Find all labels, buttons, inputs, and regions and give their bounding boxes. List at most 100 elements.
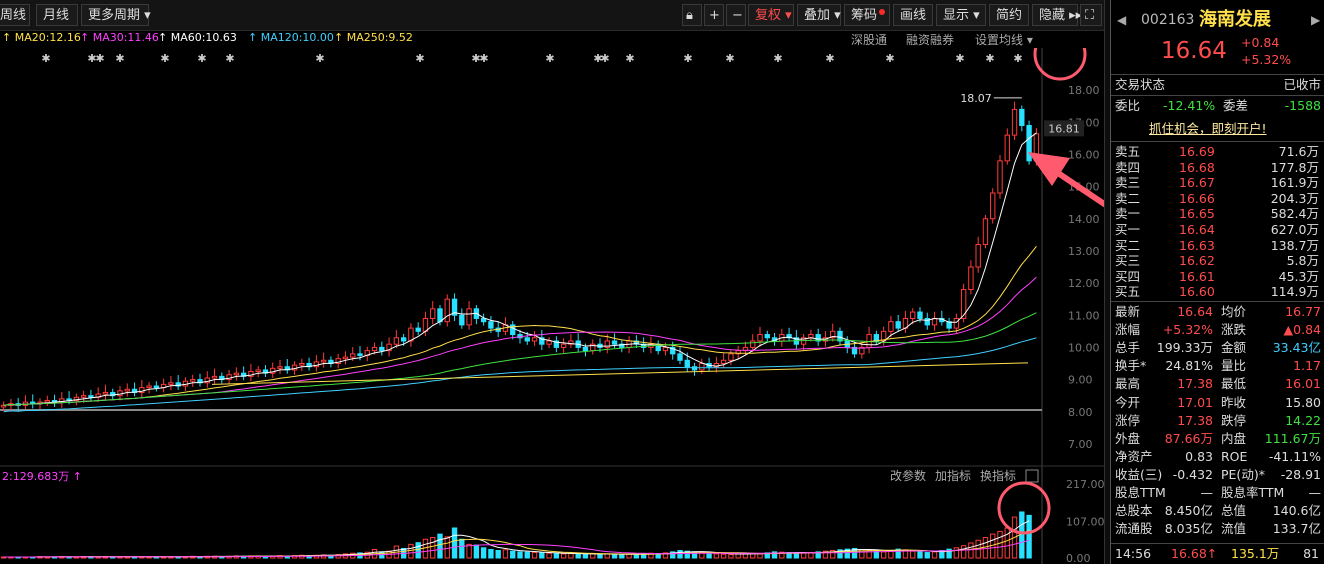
candle-up bbox=[808, 334, 814, 339]
kline-chart[interactable]: ✱✱✱✱✱✱✱✱✱✱✱✱✱✱✱✱✱✱✱✱✱✱✱18.0017.0016.0015… bbox=[0, 48, 1104, 564]
stat-row: 总手 199.33万 金额 33.43亿 bbox=[1111, 339, 1324, 357]
open-account-link[interactable]: 抓住机会，即刻开户! bbox=[1149, 120, 1267, 138]
draw-line-button[interactable]: 画线 bbox=[893, 4, 933, 26]
event-marker-icon: ✱ bbox=[683, 52, 692, 65]
volume-bar-down bbox=[917, 551, 923, 559]
price-axis-label: 16.00 bbox=[1068, 148, 1100, 161]
volume-bar-up bbox=[502, 549, 509, 559]
volume-bar-down bbox=[597, 553, 603, 559]
candle-up bbox=[430, 308, 436, 319]
trade-state: 已收市 bbox=[1283, 77, 1321, 92]
stat-row: 最新 16.64 均价 16.77 bbox=[1111, 303, 1324, 321]
candle-up bbox=[350, 353, 356, 358]
period-month-tab[interactable]: 月线 bbox=[36, 4, 78, 26]
stat-value: 16.01 bbox=[1285, 376, 1321, 392]
margin-trading-link[interactable]: 融资融券 bbox=[906, 31, 954, 48]
candle-up bbox=[44, 399, 50, 403]
volume-bar-down bbox=[517, 551, 523, 559]
stat-label: 外盘 bbox=[1115, 430, 1141, 446]
stat-label: 涨幅 bbox=[1115, 322, 1141, 338]
volume-bar-up bbox=[626, 553, 632, 559]
display-dropdown[interactable]: 显示 ▾ bbox=[936, 4, 986, 26]
volume-bar-up bbox=[590, 553, 596, 559]
stat-label: 跌停 bbox=[1221, 412, 1247, 428]
ma-settings-link[interactable]: 设置均线 ▾ bbox=[975, 31, 1033, 48]
zoom-in-icon[interactable]: + bbox=[704, 4, 724, 26]
bid-volume: 114.9万 bbox=[1270, 284, 1319, 299]
more-periods-dropdown[interactable]: 更多周期 ▾ bbox=[81, 4, 151, 26]
stat-label: 金额 bbox=[1221, 340, 1247, 356]
stat-value: 24.81% bbox=[1165, 358, 1213, 374]
volume-bar-up bbox=[444, 536, 450, 559]
stat-row: 今开 17.01 昨收 15.80 bbox=[1111, 394, 1324, 412]
stat-label: 流值 bbox=[1221, 521, 1247, 537]
candle-up bbox=[80, 395, 87, 398]
candle-up bbox=[662, 346, 669, 352]
ma-legend-item: ↑ MA120:10.00 bbox=[248, 31, 334, 44]
stat-value: 17.01 bbox=[1177, 394, 1213, 410]
chips-button[interactable]: 筹码 bbox=[844, 4, 890, 26]
sgt-link[interactable]: 深股通 bbox=[851, 31, 887, 48]
candle-up bbox=[1004, 134, 1010, 162]
prev-stock-icon[interactable]: ◀ bbox=[1117, 8, 1126, 32]
ma-line bbox=[3, 132, 1037, 406]
lock-icon[interactable]: 🔒︎ bbox=[682, 4, 702, 26]
event-marker-icon: ✱ bbox=[985, 52, 994, 65]
stat-label: 涨跌 bbox=[1221, 322, 1247, 338]
volume-bar-up bbox=[910, 550, 916, 559]
candle-up bbox=[1011, 108, 1018, 136]
close-indicator-icon[interactable] bbox=[1025, 469, 1039, 483]
price-axis-label: 14.00 bbox=[1068, 213, 1100, 226]
zoom-out-icon[interactable]: − bbox=[726, 4, 746, 26]
candle-up bbox=[342, 356, 349, 360]
overlay-dropdown[interactable]: 叠加 ▾ bbox=[797, 4, 841, 26]
simple-mode-button[interactable]: 简约 bbox=[989, 4, 1029, 26]
stat-value: 8.035亿 bbox=[1164, 521, 1213, 537]
event-marker-icon: ✱ bbox=[41, 52, 50, 65]
volume-bar-down bbox=[459, 538, 465, 559]
edit-params-link[interactable]: 改参数 bbox=[890, 468, 926, 483]
stat-label: 股息率TTM bbox=[1221, 485, 1285, 500]
stat-value: 17.38 bbox=[1177, 376, 1213, 392]
candle-up bbox=[720, 359, 727, 364]
volume-bar-down bbox=[488, 548, 494, 559]
event-marker-icon: ✱ bbox=[95, 52, 104, 65]
candle-up bbox=[233, 372, 240, 376]
volume-bar-up bbox=[800, 552, 807, 559]
stat-value: 16.64 bbox=[1177, 304, 1213, 319]
volume-bar-up bbox=[720, 553, 727, 559]
candle-up bbox=[960, 289, 967, 319]
fullscreen-icon[interactable]: ⛶ bbox=[1080, 4, 1102, 26]
bid-row: 买五 16.60 114.9万 bbox=[1111, 283, 1324, 301]
next-stock-icon[interactable]: ▶ bbox=[1311, 8, 1320, 32]
price-axis-label: 12.00 bbox=[1068, 277, 1100, 290]
candle-up bbox=[699, 363, 705, 371]
event-marker-icon: ✱ bbox=[600, 52, 609, 65]
quote-panel: ◀ 002163 海南发展 ▶ 16.64 +0.84 +5.32% 交易状态 … bbox=[1110, 0, 1324, 564]
volume-bar-down bbox=[553, 553, 560, 559]
notify-dot-icon bbox=[879, 9, 886, 15]
candle-down bbox=[582, 346, 589, 352]
stat-value: -28.91 bbox=[1280, 466, 1321, 482]
stat-row: 股息TTM — 股息率TTM — bbox=[1111, 484, 1324, 502]
volume-axis-label: 0.00 bbox=[1066, 552, 1091, 564]
candle-up bbox=[255, 369, 261, 373]
stat-label: 流通股 bbox=[1115, 521, 1153, 537]
volume-bar-down bbox=[619, 554, 625, 559]
hide-button[interactable]: 隐藏 ▸▸ bbox=[1032, 4, 1082, 26]
add-indicator-link[interactable]: 加指标 bbox=[935, 468, 971, 483]
adjust-dropdown[interactable]: 复权 ▾ bbox=[748, 4, 794, 26]
event-marker-icon: ✱ bbox=[773, 52, 782, 65]
candle-down bbox=[677, 353, 683, 361]
volume-bar-up bbox=[1004, 527, 1010, 559]
candle-up bbox=[990, 192, 996, 220]
ma-legend-item: ↑ MA30:11.46 bbox=[80, 31, 159, 44]
price-axis-label: 10.00 bbox=[1068, 341, 1100, 354]
stat-value: -41.11% bbox=[1268, 448, 1321, 464]
period-week-tab[interactable]: 周线 bbox=[0, 4, 30, 26]
swap-indicator-link[interactable]: 换指标 bbox=[980, 468, 1016, 483]
weibi-value: -12.41% bbox=[1163, 98, 1216, 113]
ma-legend-item: ↑ MA60:10.63 bbox=[158, 31, 237, 44]
event-marker-icon: ✱ bbox=[725, 52, 734, 65]
candle-up bbox=[320, 359, 327, 363]
